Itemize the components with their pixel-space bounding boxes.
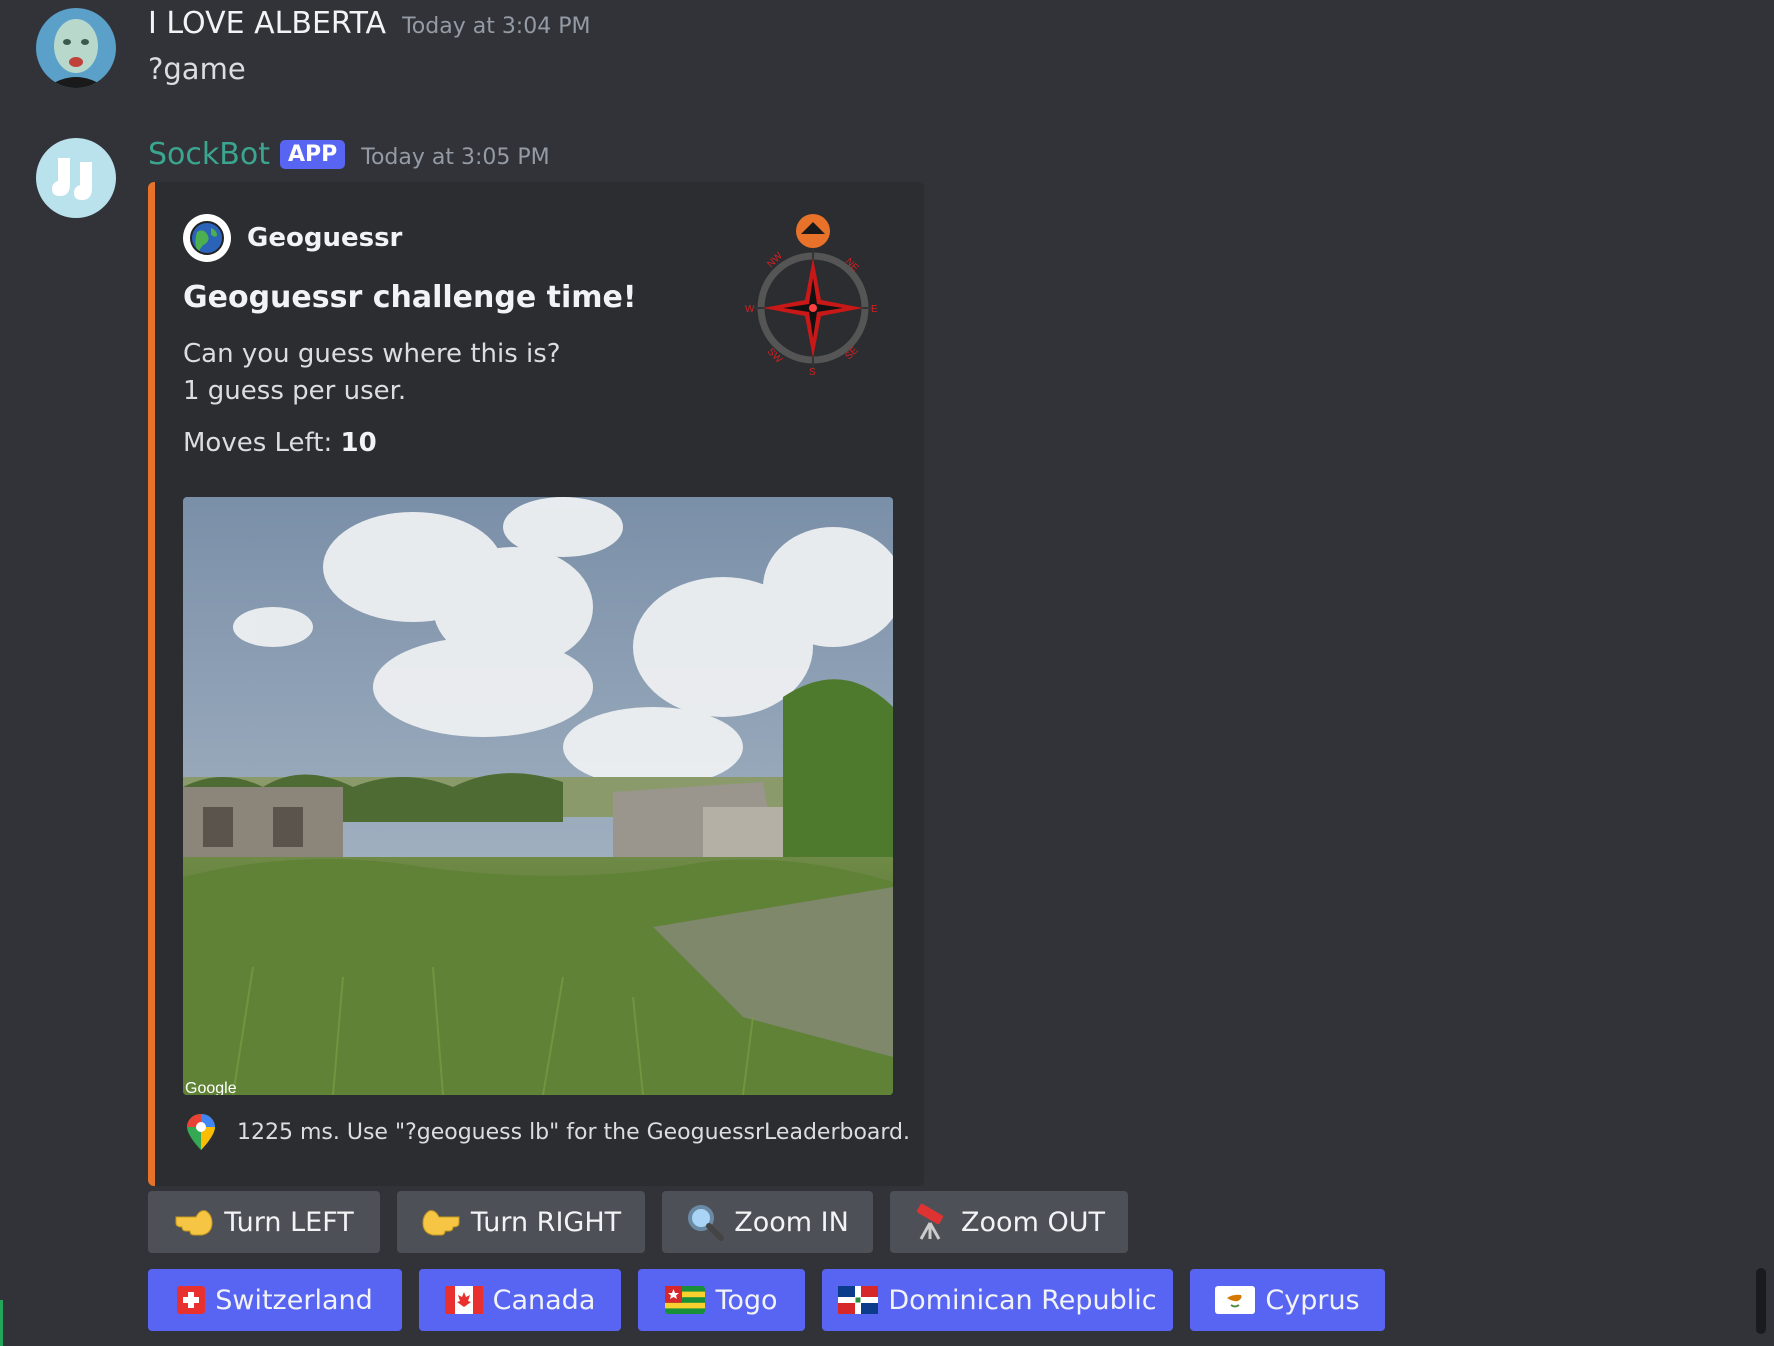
pointing-left-hand-icon xyxy=(174,1207,214,1237)
zoom-in-button[interactable]: Zoom IN xyxy=(662,1191,873,1253)
scrollbar-thumb[interactable] xyxy=(1756,1268,1766,1334)
bot-username[interactable]: SockBot xyxy=(148,137,270,172)
guess-togo-label: Togo xyxy=(715,1284,778,1316)
turn-right-label: Turn RIGHT xyxy=(470,1206,622,1238)
image-watermark: Google xyxy=(185,1080,237,1095)
turn-left-button[interactable]: Turn LEFT xyxy=(148,1191,380,1253)
guess-switzerland-label: Switzerland xyxy=(215,1284,373,1316)
compass-label-s: S xyxy=(809,367,816,378)
guess-cyprus-label: Cyprus xyxy=(1265,1284,1360,1316)
compass-label-e: E xyxy=(871,304,878,315)
turn-right-button[interactable]: Turn RIGHT xyxy=(397,1191,645,1253)
zoom-out-label: Zoom OUT xyxy=(961,1206,1105,1238)
telescope-icon xyxy=(913,1203,951,1241)
compass-label-w: W xyxy=(745,304,755,315)
control-buttons: Turn LEFT Turn RIGHT Zoom IN Zoom OUT xyxy=(148,1191,1145,1253)
embed-author: Geoguessr xyxy=(183,214,402,262)
guess-cyprus-button[interactable]: Cyprus xyxy=(1190,1269,1385,1331)
bot-avatar[interactable] xyxy=(36,138,116,218)
magnifier-icon xyxy=(686,1203,725,1241)
globe-icon xyxy=(183,214,231,262)
guess-canada-label: Canada xyxy=(492,1284,596,1316)
compass-icon: NW NE W E SW SE S xyxy=(745,212,881,378)
guess-buttons: Switzerland Canada Togo Dominican Republ… xyxy=(148,1269,1402,1331)
moves-left: Moves Left: 10 xyxy=(183,428,377,458)
moves-left-value: 10 xyxy=(340,428,377,458)
moves-left-label: Moves Left: xyxy=(183,428,341,458)
flag-switzerland-icon xyxy=(177,1286,206,1314)
flag-cyprus-icon xyxy=(1215,1286,1256,1314)
edge-indicator xyxy=(0,1300,3,1346)
guess-switzerland-button[interactable]: Switzerland xyxy=(148,1269,402,1331)
pointing-right-hand-icon xyxy=(421,1207,461,1237)
flag-canada-icon xyxy=(444,1286,483,1314)
map-pin-icon xyxy=(183,1112,219,1152)
message-content: ?game xyxy=(148,52,246,86)
guess-canada-button[interactable]: Canada xyxy=(419,1269,621,1331)
embed-footer-text: 1225 ms. Use "?geoguess lb" for the Geog… xyxy=(237,1119,911,1145)
flag-dominican-republic-icon xyxy=(838,1286,879,1314)
embed-title: Geoguessr challenge time! xyxy=(183,280,637,315)
message-timestamp: Today at 3:05 PM xyxy=(361,145,550,170)
embed-footer: 1225 ms. Use "?geoguess lb" for the Geog… xyxy=(183,1112,910,1152)
guess-togo-button[interactable]: Togo xyxy=(638,1269,805,1331)
turn-left-label: Turn LEFT xyxy=(224,1206,354,1238)
zoom-out-button[interactable]: Zoom OUT xyxy=(890,1191,1128,1253)
embed-author-name: Geoguessr xyxy=(247,223,403,253)
guess-dominican-republic-button[interactable]: Dominican Republic xyxy=(822,1269,1173,1331)
message-timestamp: Today at 3:04 PM xyxy=(402,14,591,39)
zoom-in-label: Zoom IN xyxy=(734,1206,849,1238)
app-badge: APP xyxy=(279,140,346,169)
user-avatar[interactable] xyxy=(36,8,116,88)
embed-description: Can you guess where this is? 1 guess per… xyxy=(183,339,561,406)
geoguessr-embed: Geoguessr Geoguessr challenge time! Can … xyxy=(148,182,924,1186)
username[interactable]: I LOVE ALBERTA xyxy=(148,6,386,41)
flag-togo-icon xyxy=(665,1286,706,1314)
street-view-image[interactable]: Google xyxy=(183,497,893,1095)
guess-dominican-republic-label: Dominican Republic xyxy=(888,1284,1157,1316)
